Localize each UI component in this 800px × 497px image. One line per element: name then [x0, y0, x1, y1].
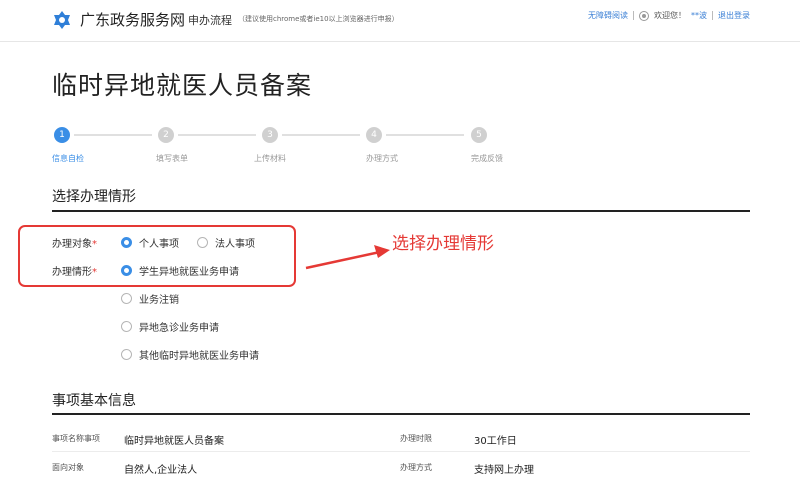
situation-section-title: 选择办理情形 — [52, 189, 136, 205]
info-value-method: 支持网上办理 — [474, 465, 534, 476]
info-label-target: 面向对象 — [52, 463, 84, 472]
info-label-item-name: 事项名称事项 — [52, 434, 100, 443]
step-connector — [282, 134, 360, 136]
user-bar-divider — [633, 11, 634, 20]
basic-info-title: 事项基本信息 — [52, 393, 136, 409]
info-value-item-name: 临时异地就医人员备案 — [124, 436, 224, 447]
browser-tip: （建议使用chrome或者ie10以上浏览器进行申报） — [238, 15, 399, 23]
annotation-highlight-box — [18, 225, 296, 287]
section-name: 申办流程 — [188, 14, 232, 27]
step-connector — [386, 134, 464, 136]
radio-label: 其他临时异地就医业务申请 — [139, 351, 259, 362]
step-connector — [74, 134, 152, 136]
site-logo-icon[interactable] — [52, 10, 72, 30]
info-row-divider — [52, 451, 750, 452]
top-bar: 广东政务服务网 申办流程 （建议使用chrome或者ie10以上浏览器进行申报）… — [0, 0, 800, 42]
page-title: 临时异地就医人员备案 — [52, 71, 313, 100]
radio-button[interactable] — [121, 321, 132, 332]
annotation-label: 选择办理情形 — [392, 234, 494, 254]
info-value-time-limit: 30工作日 — [474, 436, 517, 447]
user-icon — [639, 10, 649, 21]
radio-button[interactable] — [121, 293, 132, 304]
welcome-text: 欢迎您！ — [654, 11, 686, 20]
user-name-link[interactable]: **波 — [691, 10, 707, 21]
radio-button[interactable] — [121, 349, 132, 360]
step-2-circle: 2 — [158, 127, 174, 143]
step-connector — [178, 134, 256, 136]
step-3-circle: 3 — [262, 127, 278, 143]
user-bar: 无障碍阅读 欢迎您！ **波 退出登录 — [588, 10, 750, 21]
annotation-arrow-icon — [305, 245, 390, 270]
step-5-label: 完成反馈 — [471, 154, 503, 163]
info-value-target: 自然人,企业法人 — [124, 465, 198, 476]
step-2-label: 填写表单 — [156, 154, 188, 163]
step-1-circle: 1 — [54, 127, 70, 143]
section-divider — [52, 210, 750, 212]
step-4-label: 办理方式 — [366, 154, 398, 163]
step-1-label: 信息自检 — [52, 154, 84, 163]
step-3-label: 上传材料 — [254, 154, 286, 163]
header-divider — [179, 13, 180, 27]
section-divider — [52, 413, 750, 415]
radio-label: 异地急诊业务申请 — [139, 323, 219, 334]
step-5-circle: 5 — [471, 127, 487, 143]
radio-label: 业务注销 — [139, 295, 179, 306]
logout-link[interactable]: 退出登录 — [718, 10, 750, 21]
radio-cancel-business[interactable]: 业务注销 — [121, 291, 179, 306]
radio-emergency-application[interactable]: 异地急诊业务申请 — [121, 319, 219, 334]
info-label-method: 办理方式 — [400, 463, 432, 472]
accessibility-link[interactable]: 无障碍阅读 — [588, 10, 628, 21]
user-bar-divider — [712, 11, 713, 20]
info-label-time-limit: 办理时限 — [400, 434, 432, 443]
radio-other-application[interactable]: 其他临时异地就医业务申请 — [121, 347, 259, 362]
site-name[interactable]: 广东政务服务网 — [80, 9, 185, 30]
step-4-circle: 4 — [366, 127, 382, 143]
